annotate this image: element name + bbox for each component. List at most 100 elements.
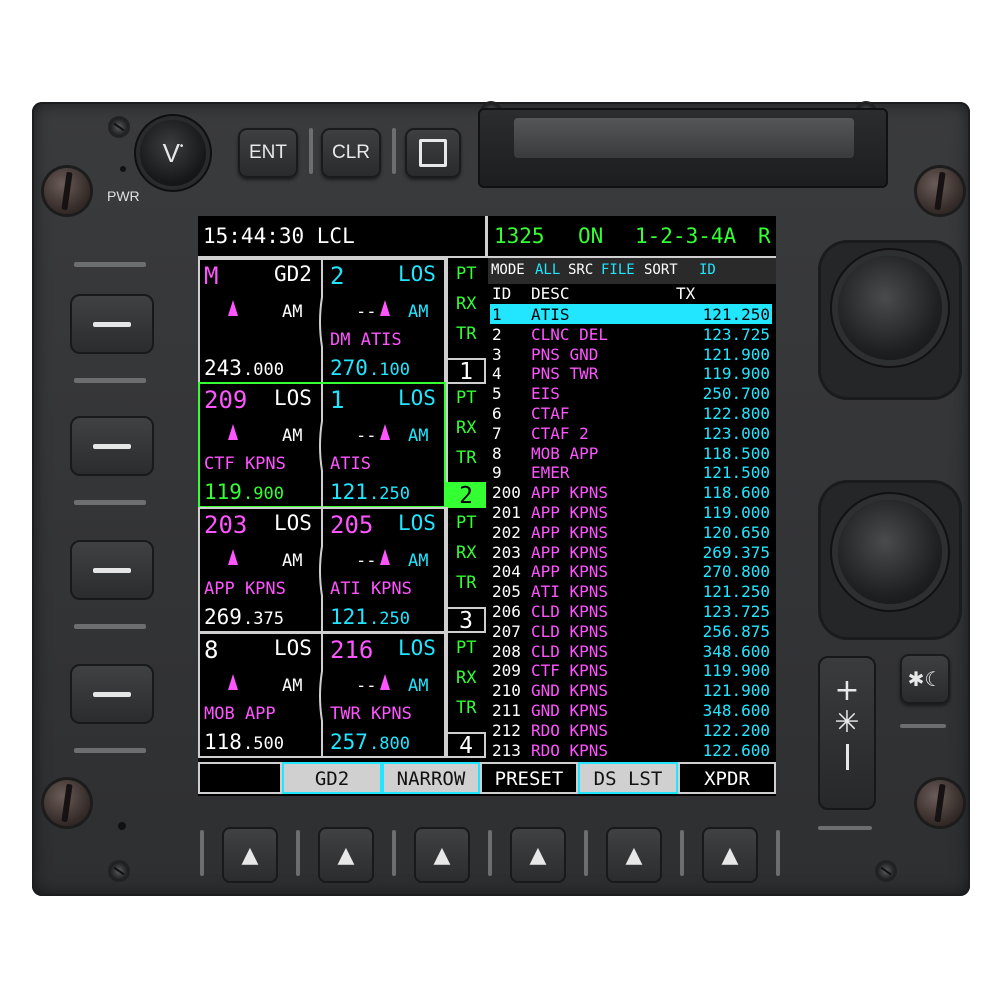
radio-desc-left: MOB APP — [204, 704, 276, 724]
preset-row[interactable]: 4 PNS TWR 119.900 — [490, 363, 772, 383]
side-pt-label[interactable]: PT — [456, 390, 476, 407]
radio-slot-number[interactable]: 2 — [446, 482, 486, 508]
preset-row[interactable]: 2 CLNC DEL 123.725 — [490, 324, 772, 344]
preset-row[interactable]: 203 APP KPNS 269.375 — [490, 542, 772, 562]
preset-row[interactable]: 9 EMER 121.500 — [490, 462, 772, 482]
freq-main-right: 121 — [330, 480, 368, 504]
side-rx-label[interactable]: RX — [456, 296, 476, 313]
day-night-button[interactable]: ✱☾ — [900, 654, 950, 704]
side-pt-label[interactable]: PT — [456, 515, 476, 532]
radio-tag-right: LOS — [398, 636, 436, 660]
preset-row[interactable]: 207 CLD KPNS 256.875 — [490, 621, 772, 641]
lower-rotary-knob[interactable] — [838, 500, 942, 604]
column-desc-header: DESC — [531, 284, 570, 303]
side-rx-label[interactable]: RX — [456, 420, 476, 437]
column-tx-header: TX — [676, 284, 696, 303]
softkey-button-1[interactable]: ▲ — [222, 827, 278, 883]
preset-desc: RDO KPNS — [531, 720, 609, 740]
preset-row[interactable]: 201 APP KPNS 119.000 — [490, 502, 772, 522]
upper-rotary-knob[interactable] — [838, 256, 942, 360]
preset-row[interactable]: 213 RDO KPNS 122.600 — [490, 740, 772, 760]
square-button[interactable] — [405, 128, 461, 178]
preset-row[interactable]: 210 GND KPNS 121.900 — [490, 680, 772, 700]
softkey-label-preset[interactable]: PRESET — [480, 762, 578, 794]
mode-menu[interactable]: MODE — [491, 263, 525, 277]
softkey-button-6[interactable]: ▲ — [702, 827, 758, 883]
preset-row[interactable]: 1 ATIS 121.250 — [490, 304, 772, 324]
preset-row[interactable]: 3 PNS GND 121.900 — [490, 344, 772, 364]
side-tr-label[interactable]: TR — [456, 450, 476, 467]
line-select-key-2[interactable] — [70, 416, 154, 476]
softkey-label-xpdr[interactable]: XPDR — [678, 762, 776, 794]
divider — [74, 748, 146, 753]
clr-button[interactable]: CLR — [321, 128, 381, 178]
signal-marker-icon — [228, 674, 238, 694]
signal-marker-icon — [380, 424, 390, 444]
preset-tx: 123.725 — [702, 602, 770, 621]
preset-id: 210 — [492, 681, 521, 701]
preset-id: 6 — [492, 404, 502, 423]
line-select-key-3[interactable] — [70, 540, 154, 600]
side-rx-label[interactable]: RX — [456, 545, 476, 562]
preset-id: 7 — [492, 423, 502, 443]
preset-tx: 120.650 — [702, 522, 770, 542]
src-menu[interactable]: SRC — [568, 263, 593, 277]
radio-slot-number[interactable]: 1 — [446, 358, 486, 384]
preset-row[interactable]: 208 CLD KPNS 348.600 — [490, 641, 772, 661]
line-select-key-4[interactable] — [70, 664, 154, 724]
radio-tag-left: LOS — [274, 636, 312, 660]
preset-desc: APP KPNS — [531, 483, 609, 503]
preset-tx: 123.000 — [702, 423, 770, 443]
preset-tx: 121.500 — [702, 463, 770, 483]
dash-left-right: -- — [356, 426, 377, 446]
preset-row[interactable]: 7 CTAF 2 123.000 — [490, 423, 772, 443]
preset-row[interactable]: 206 CLD KPNS 123.725 — [490, 601, 772, 621]
softkey-button-3[interactable]: ▲ — [414, 827, 470, 883]
preset-row[interactable]: 202 APP KPNS 120.650 — [490, 522, 772, 542]
preset-row[interactable]: 204 APP KPNS 270.800 — [490, 561, 772, 581]
preset-row[interactable]: 6 CTAF 122.800 — [490, 403, 772, 423]
radio-slot-number[interactable]: 4 — [446, 732, 486, 758]
softkey-button-4[interactable]: ▲ — [510, 827, 566, 883]
preset-id: 4 — [492, 364, 502, 384]
preset-id: 5 — [492, 384, 502, 404]
side-pt-label[interactable]: PT — [456, 266, 476, 283]
preset-row[interactable]: 211 GND KPNS 348.600 — [490, 700, 772, 720]
id-sort-menu[interactable]: ID — [699, 263, 716, 277]
divider — [74, 624, 146, 629]
ent-button[interactable]: ENT — [238, 128, 298, 178]
modulation-right: AM — [408, 551, 429, 571]
divider — [74, 378, 146, 383]
volume-knob[interactable]: V • — [140, 120, 206, 186]
preset-row[interactable]: 209 CTF KPNS 119.900 — [490, 660, 772, 680]
preset-row[interactable]: 200 APP KPNS 118.600 — [490, 482, 772, 502]
brightness-rocker[interactable]: + ✳ — [818, 656, 876, 810]
preset-desc: APP KPNS — [531, 522, 609, 542]
preset-desc: APP KPNS — [531, 503, 609, 522]
side-tr-label[interactable]: TR — [456, 700, 476, 717]
radio-slot-number[interactable]: 3 — [446, 607, 486, 633]
softkey-label-narrow[interactable]: NARROW — [382, 762, 480, 794]
side-pt-label[interactable]: PT — [456, 640, 476, 657]
radio-desc-left: CTF KPNS — [204, 454, 286, 474]
sort-menu[interactable]: SORT — [644, 263, 678, 277]
softkey-label-ds-lst[interactable]: DS LST — [578, 762, 678, 794]
softkey-button-2[interactable]: ▲ — [318, 827, 374, 883]
file-menu[interactable]: FILE — [601, 263, 635, 277]
softkey-label-gd2[interactable]: GD2 — [282, 762, 382, 794]
preset-row[interactable]: 212 RDO KPNS 122.200 — [490, 720, 772, 740]
divider — [900, 724, 946, 728]
side-rx-label[interactable]: RX — [456, 670, 476, 687]
cell-divider — [319, 634, 323, 758]
preset-tx: 250.700 — [702, 384, 770, 404]
preset-row[interactable]: 8 MOB APP 118.500 — [490, 443, 772, 463]
softkey-label-blank[interactable] — [198, 762, 282, 794]
softkey-button-5[interactable]: ▲ — [606, 827, 662, 883]
side-tr-label[interactable]: TR — [456, 326, 476, 343]
line-select-key-1[interactable] — [70, 294, 154, 354]
all-menu[interactable]: ALL — [535, 263, 560, 277]
preset-row[interactable]: 5 EIS 250.700 — [490, 383, 772, 403]
side-tr-label[interactable]: TR — [456, 575, 476, 592]
preset-row[interactable]: 205 ATI KPNS 121.250 — [490, 581, 772, 601]
preset-id: 213 — [492, 740, 521, 760]
